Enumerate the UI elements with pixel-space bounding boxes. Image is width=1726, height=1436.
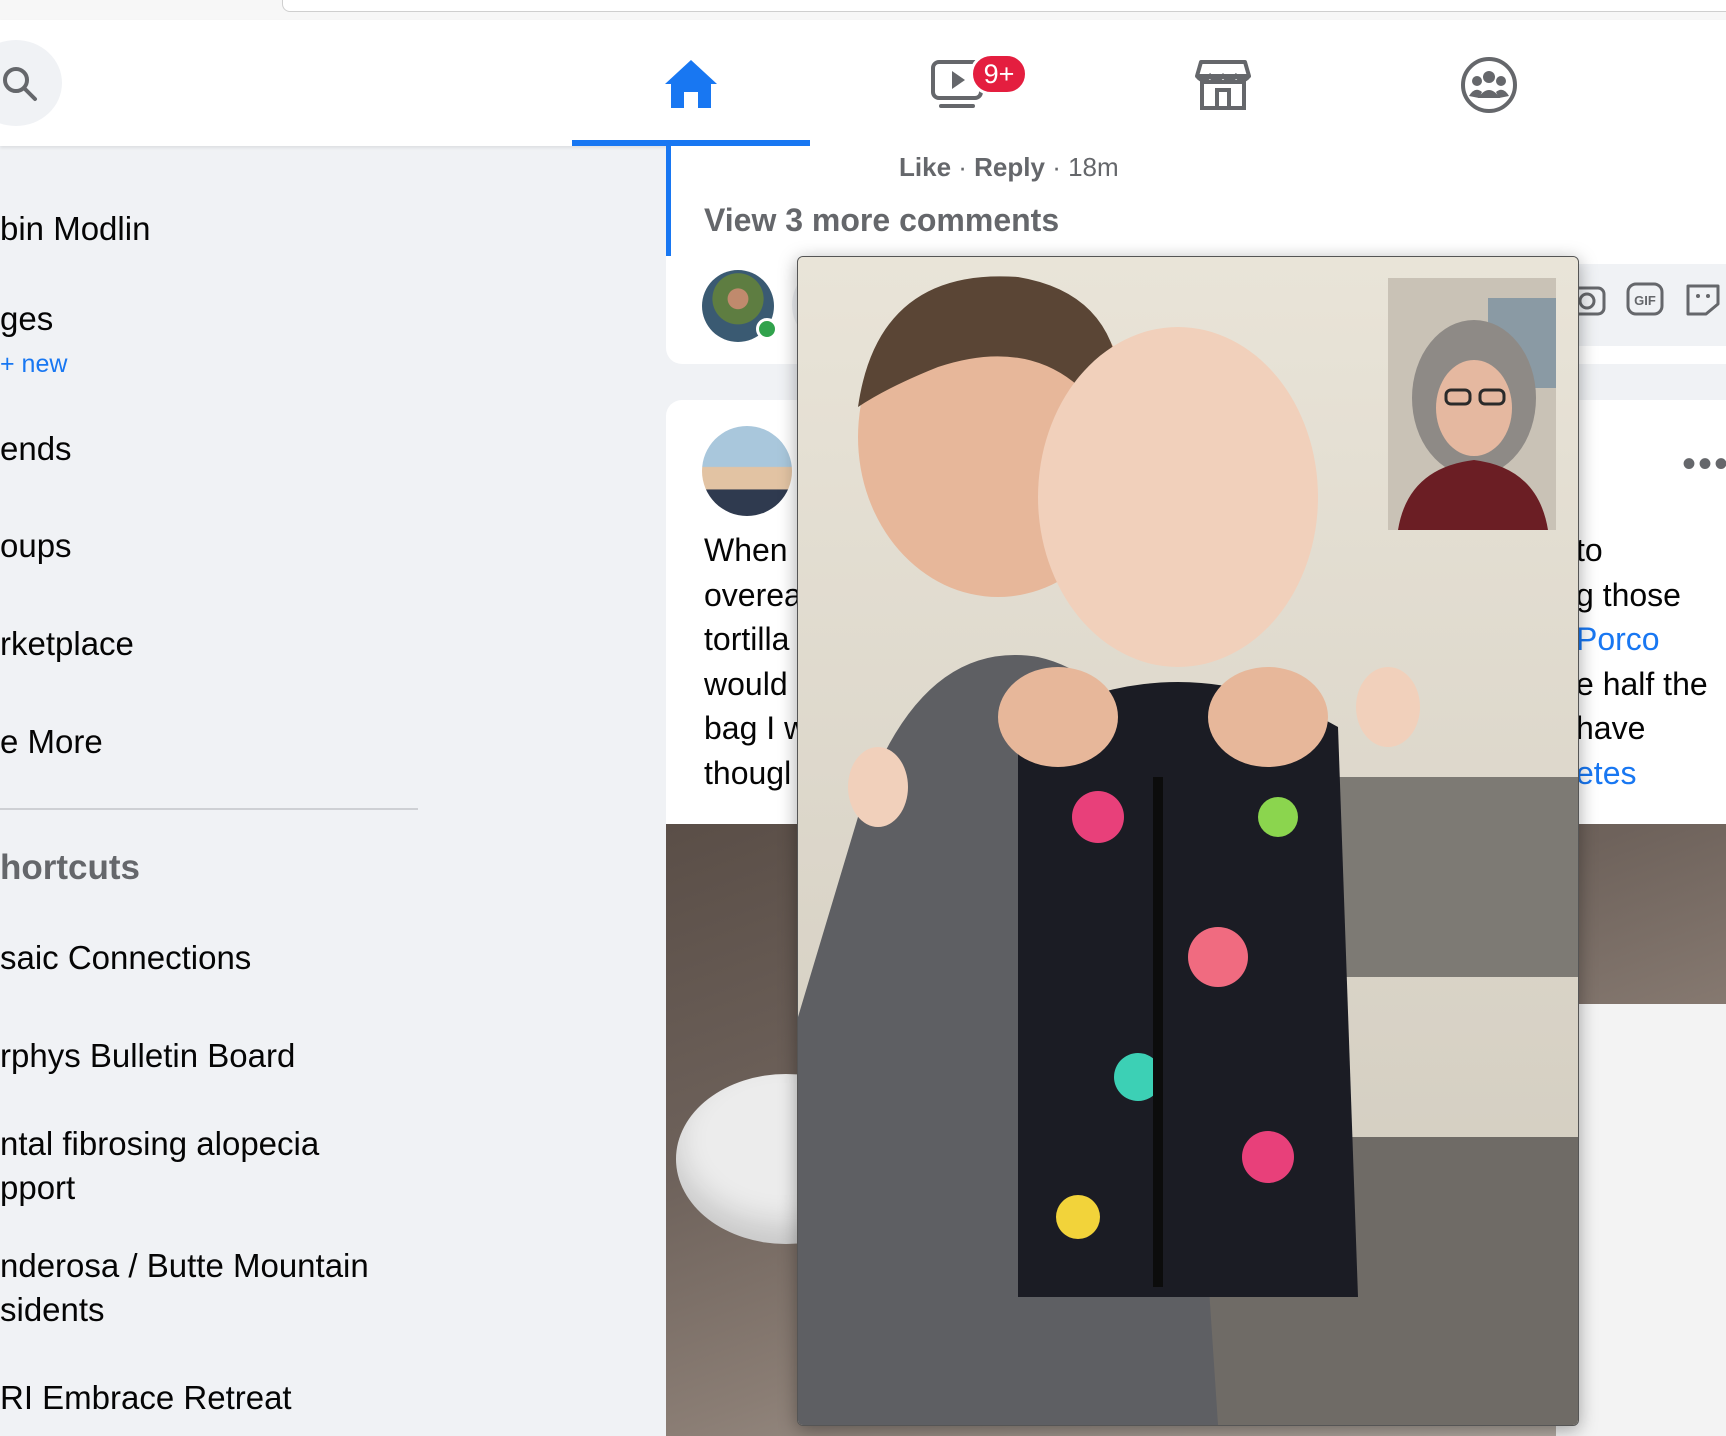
tagged-name-link[interactable]: Porco	[1576, 621, 1660, 657]
photo-towel	[1556, 1004, 1726, 1436]
tab-watch[interactable]	[838, 20, 1076, 146]
sticker-icon[interactable]	[1682, 278, 1724, 320]
shortcut-item[interactable]: nderosa / Butte Mountain sidents	[0, 1244, 369, 1332]
search-button[interactable]	[0, 40, 62, 126]
reply-link[interactable]: Reply	[974, 152, 1045, 182]
browser-toolbar	[0, 0, 1726, 21]
sidebar-item-see-more[interactable]: e More	[0, 723, 103, 761]
tab-marketplace[interactable]	[1104, 20, 1342, 146]
shortcut-item[interactable]: ntal fibrosing alopecia pport	[0, 1122, 319, 1210]
more-options-icon[interactable]: •••	[1682, 442, 1726, 487]
comment-tools: GIF	[1566, 278, 1724, 320]
view-more-comments-link[interactable]: View 3 more comments	[704, 202, 1059, 239]
store-icon	[1195, 60, 1251, 110]
svg-text:GIF: GIF	[1634, 293, 1656, 308]
shortcut-item[interactable]: rphys Bulletin Board	[0, 1034, 295, 1078]
top-navigation: 9+	[0, 20, 1726, 146]
like-link[interactable]: Like	[899, 152, 951, 182]
avatar[interactable]	[702, 426, 792, 516]
search-icon	[3, 67, 37, 101]
post-text: When overea tortilla would bag I w thoug…	[704, 532, 808, 791]
tab-home[interactable]	[572, 20, 810, 146]
address-bar[interactable]	[282, 0, 1726, 12]
comment-actions: Like · Reply · 18m	[899, 152, 1119, 182]
gif-icon[interactable]: GIF	[1624, 278, 1666, 320]
sidebar-item-pages[interactable]: ges	[0, 300, 53, 338]
online-status-dot	[756, 318, 778, 340]
shortcut-item[interactable]: RI Embrace Retreat	[0, 1376, 292, 1420]
shortcuts-heading: hortcuts	[0, 848, 140, 887]
sidebar-item-profile[interactable]: bin Modlin	[0, 210, 150, 248]
sidebar-divider	[0, 808, 418, 810]
tab-groups[interactable]	[1370, 20, 1608, 146]
tagged-name-link[interactable]: etes	[1576, 755, 1636, 791]
home-icon	[665, 60, 717, 108]
comment-timestamp: 18m	[1068, 152, 1119, 182]
sidebar-item-marketplace[interactable]: rketplace	[0, 625, 134, 663]
shortcut-item[interactable]: saic Connections	[0, 936, 251, 980]
sidebar-item-pages-new: + new	[0, 350, 68, 378]
post-text-continued: to g those Porco e half the have etes	[1576, 532, 1708, 791]
groups-icon	[1461, 57, 1517, 113]
sidebar-item-groups[interactable]: oups	[0, 527, 72, 565]
self-view-feed	[1388, 278, 1556, 530]
sidebar-item-friends[interactable]: ends	[0, 430, 72, 468]
comment-thread-line	[666, 146, 671, 256]
notification-badge: 9+	[970, 53, 1028, 95]
self-view-pip[interactable]	[1388, 278, 1556, 530]
